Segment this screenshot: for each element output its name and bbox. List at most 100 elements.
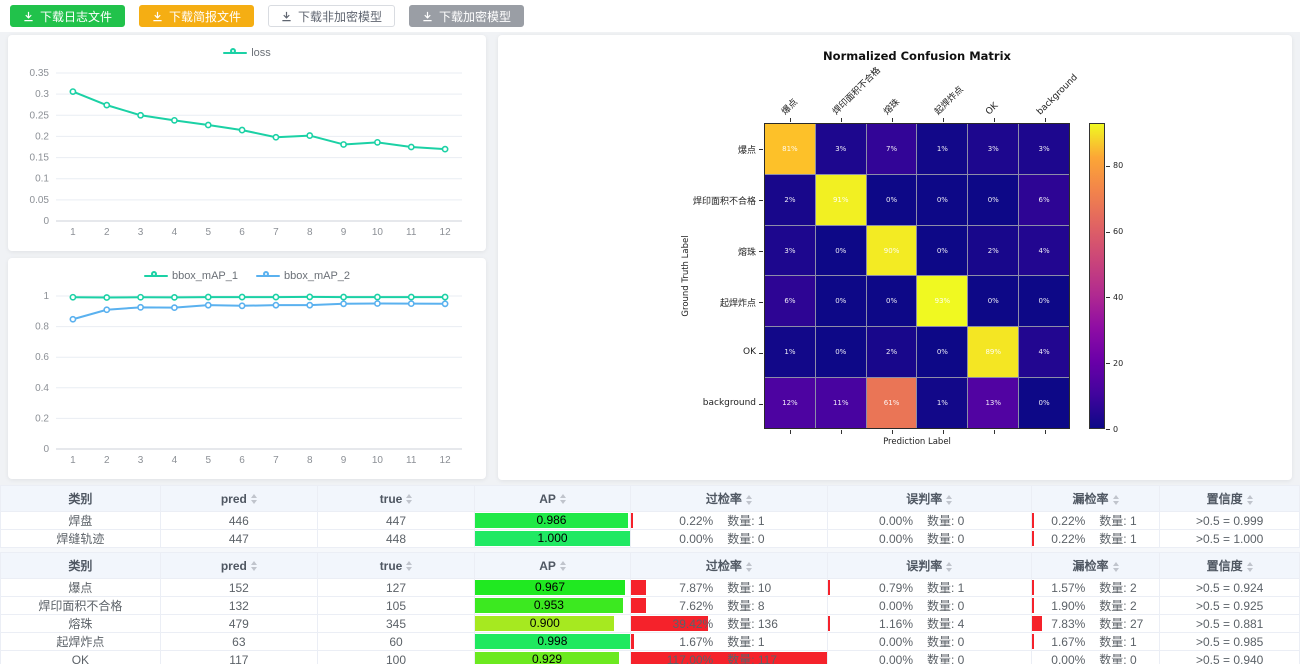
download-brief-button[interactable]: 下载简报文件 xyxy=(139,5,254,27)
sort-carets-icon[interactable] xyxy=(406,561,412,571)
svg-text:0: 0 xyxy=(43,216,49,227)
sort-carets-icon[interactable] xyxy=(1113,562,1119,572)
matrix-colorbar xyxy=(1089,123,1105,429)
svg-text:10: 10 xyxy=(372,227,384,238)
colorbar-tick-label: 40 xyxy=(1113,293,1123,302)
svg-text:1: 1 xyxy=(70,227,76,238)
misjudge-rate: 0.00% xyxy=(828,635,913,649)
misjudge-cell: 0.00%数量: 0 xyxy=(827,633,1031,651)
column-header-漏检率[interactable]: 漏检率 xyxy=(1031,553,1160,579)
sort-carets-icon[interactable] xyxy=(251,561,257,571)
pred-cell: 446 xyxy=(160,512,317,530)
table-row: 焊印面积不合格1321050.9537.62%数量: 80.00%数量: 01.… xyxy=(1,597,1300,615)
svg-text:5: 5 xyxy=(205,227,211,238)
svg-text:0.1: 0.1 xyxy=(35,174,49,185)
column-header-pred[interactable]: pred xyxy=(160,553,317,579)
misjudge-rate: 0.00% xyxy=(828,532,913,546)
sort-carets-icon[interactable] xyxy=(946,495,952,505)
sort-carets-icon[interactable] xyxy=(1247,562,1253,572)
colorbar-tick-mark xyxy=(1106,232,1110,233)
matrix-cell: 0% xyxy=(1019,378,1069,428)
matrix-tick-mark xyxy=(759,251,763,252)
category-cell: 焊缝轨迹 xyxy=(1,530,161,548)
charts-column: loss 00.050.10.150.20.250.30.35123456789… xyxy=(8,35,486,480)
svg-text:0.4: 0.4 xyxy=(35,383,49,394)
true-cell: 448 xyxy=(317,530,474,548)
svg-text:11: 11 xyxy=(406,227,417,238)
ap-cell: 0.929 xyxy=(475,651,631,664)
sort-carets-icon[interactable] xyxy=(1247,495,1253,505)
matrix-column-label: 熔珠 xyxy=(882,97,903,118)
legend-item-bbox_mAP_1[interactable]: bbox_mAP_1 xyxy=(144,270,238,282)
loss-chart-card: loss 00.050.10.150.20.250.30.35123456789… xyxy=(8,35,486,251)
misscheck-count: 数量: 0 xyxy=(1085,651,1136,664)
column-header-pred[interactable]: pred xyxy=(160,486,317,512)
true-cell: 345 xyxy=(317,615,474,633)
matrix-cell: 0% xyxy=(816,327,866,377)
overcheck-cell: 0.22%数量: 1 xyxy=(630,512,827,530)
matrix-tick-mark xyxy=(759,200,763,201)
misscheck-cell: 0.00%数量: 0 xyxy=(1031,651,1160,664)
column-header-true[interactable]: true xyxy=(317,486,474,512)
sort-carets-icon[interactable] xyxy=(946,562,952,572)
column-header-置信度[interactable]: 置信度 xyxy=(1160,553,1300,579)
colorbar-tick-mark xyxy=(1106,166,1110,167)
misscheck-cell: 7.83%数量: 27 xyxy=(1031,615,1160,633)
column-header-true[interactable]: true xyxy=(317,553,474,579)
svg-text:11: 11 xyxy=(406,455,417,466)
misscheck-cell: 0.22%数量: 1 xyxy=(1031,512,1160,530)
matrix-cell: 11% xyxy=(816,378,866,428)
column-header-置信度[interactable]: 置信度 xyxy=(1160,486,1300,512)
legend-item-loss[interactable]: loss xyxy=(223,47,271,59)
matrix-cell: 93% xyxy=(917,276,967,326)
confusion-matrix-card: Normalized Confusion Matrix Ground Truth… xyxy=(498,35,1292,480)
category-cell: 爆点 xyxy=(1,579,161,597)
defect-metrics-table: 类别predtrueAP过检率误判率漏检率置信度爆点1521270.9677.8… xyxy=(0,552,1300,664)
column-header-过检率[interactable]: 过检率 xyxy=(630,553,827,579)
column-header-类别: 类别 xyxy=(1,553,161,579)
download-plain-model-button[interactable]: 下载非加密模型 xyxy=(268,5,395,27)
matrix-tick-mark xyxy=(1045,118,1046,122)
misscheck-rate: 0.22% xyxy=(1032,514,1086,528)
category-cell: 起焊炸点 xyxy=(1,633,161,651)
sort-carets-icon[interactable] xyxy=(251,494,257,504)
sort-carets-icon[interactable] xyxy=(560,561,566,571)
overcheck-count: 数量: 8 xyxy=(713,597,764,614)
svg-text:0.3: 0.3 xyxy=(35,89,49,100)
misscheck-rate: 1.90% xyxy=(1032,599,1086,613)
misscheck-cell: 1.90%数量: 2 xyxy=(1031,597,1160,615)
misscheck-cell: 1.57%数量: 2 xyxy=(1031,579,1160,597)
matrix-cell: 6% xyxy=(765,276,815,326)
confidence-cell: >0.5 = 0.925 xyxy=(1160,597,1300,615)
column-header-漏检率[interactable]: 漏检率 xyxy=(1031,486,1160,512)
ap-value: 0.998 xyxy=(475,634,630,649)
legend-item-bbox_mAP_2[interactable]: bbox_mAP_2 xyxy=(256,270,350,282)
table-row: 爆点1521270.9677.87%数量: 100.79%数量: 11.57%数… xyxy=(1,579,1300,597)
colorbar-tick-label: 20 xyxy=(1113,359,1123,368)
pred-cell: 152 xyxy=(160,579,317,597)
overcheck-rate: 7.62% xyxy=(631,599,713,613)
matrix-tick-mark xyxy=(994,430,995,434)
misjudge-count: 数量: 0 xyxy=(913,530,964,547)
table-row: OK1171000.929117.00%数量: 1170.00%数量: 00.0… xyxy=(1,651,1300,664)
sort-carets-icon[interactable] xyxy=(560,494,566,504)
download-log-button[interactable]: 下载日志文件 xyxy=(10,5,125,27)
sort-carets-icon[interactable] xyxy=(746,495,752,505)
matrix-cell: 90% xyxy=(867,226,917,276)
matrix-row-label: 焊印面积不合格 xyxy=(631,194,756,207)
matrix-tick-mark xyxy=(943,118,944,122)
column-header-过检率[interactable]: 过检率 xyxy=(630,486,827,512)
matrix-column-label: 起焊炸点 xyxy=(933,85,966,118)
sort-carets-icon[interactable] xyxy=(746,562,752,572)
svg-text:1: 1 xyxy=(43,291,49,302)
column-header-误判率[interactable]: 误判率 xyxy=(827,553,1031,579)
column-header-误判率[interactable]: 误判率 xyxy=(827,486,1031,512)
column-header-AP[interactable]: AP xyxy=(475,486,631,512)
sort-carets-icon[interactable] xyxy=(1113,495,1119,505)
download-encrypted-model-button[interactable]: 下载加密模型 xyxy=(409,5,524,27)
svg-text:10: 10 xyxy=(372,455,384,466)
svg-text:9: 9 xyxy=(341,227,347,238)
matrix-cell: 0% xyxy=(917,327,967,377)
column-header-AP[interactable]: AP xyxy=(475,553,631,579)
sort-carets-icon[interactable] xyxy=(406,494,412,504)
